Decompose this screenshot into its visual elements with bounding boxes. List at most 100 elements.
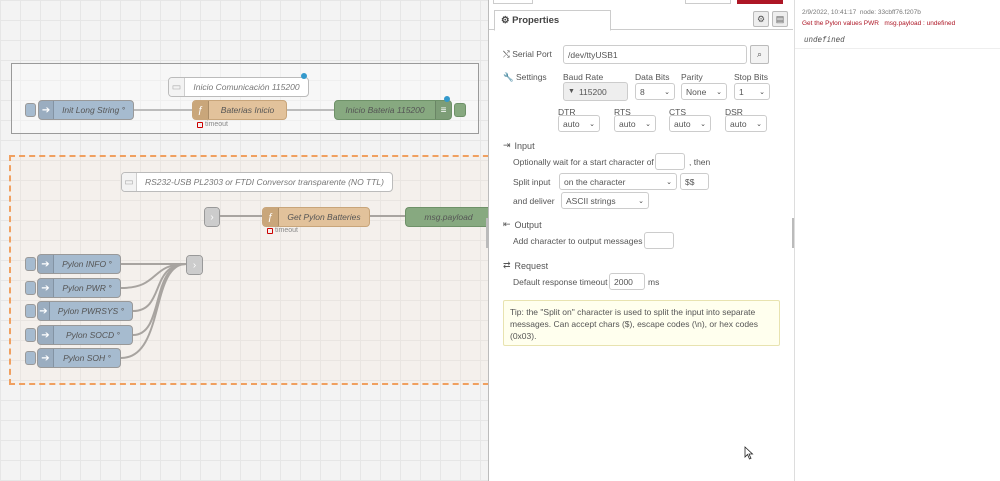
exchange-icon: ⇄ [503,260,511,270]
timeout-input[interactable]: 2000 [609,273,645,290]
chevron-down-icon: ⌄ [664,88,670,96]
inject-trigger-button[interactable] [25,304,36,318]
sign-out-icon: ⇤ [503,219,511,229]
start-char-input[interactable] [655,153,685,170]
chevron-down-icon: ⌄ [589,120,595,128]
debug-divider [795,48,1000,49]
function-node-get-pylon[interactable]: ƒ Get Pylon Batteries [262,207,370,227]
serial-port-label: ⤭ Serial Port [503,49,552,59]
debug-message-meta: 2/9/2022, 10:41:17 node: 33cbff76.f207b [802,9,921,16]
debug-label: Inicio Bateria 115200 [345,105,425,115]
description-icon[interactable]: ▤ [772,11,788,27]
request-section-title: ⇄ Request [503,260,549,271]
arrow-right-icon: ➔ [38,302,50,320]
link-out-node[interactable]: › [186,255,203,275]
cts-select[interactable]: auto ⌄ [669,115,711,132]
comment-icon: ▭ [122,173,137,191]
wrench-icon: 🔧 [503,72,514,82]
deliver-label: and deliver [513,196,555,206]
debug-message-source: Get the Pylon values PWR msg.payload : u… [802,20,956,27]
link-icon: › [187,256,202,274]
function-node-baterias[interactable]: ƒ Baterias Inicio [192,100,287,120]
inject-node-pylon[interactable]: ➔ Pylon INFO ° [37,254,121,274]
chevron-down-icon: ⌄ [645,120,651,128]
arrow-right-icon: ➔ [38,326,54,344]
inject-trigger-button[interactable] [25,351,36,365]
inject-node-pylon[interactable]: ➔ Pylon SOH ° [37,348,121,368]
timeout-unit-label: ms [648,277,660,287]
comment-node[interactable]: ▭ RS232-USB PL2303 or FTDI Conversor tra… [121,172,393,192]
sign-in-icon: ⇥ [503,140,511,150]
data-bits-label: Data Bits [635,72,670,82]
shuffle-icon: ⤭ [503,49,510,59]
debug-node-payload[interactable]: msg.payload [405,207,488,227]
function-label: Get Pylon Batteries [287,212,361,222]
arrow-right-icon: ➔ [38,349,54,367]
search-icon[interactable]: ⌕ [750,45,769,64]
debug-label: msg.payload [424,212,473,222]
inject-trigger-button[interactable] [25,257,36,271]
inject-trigger-button[interactable] [25,328,36,342]
dsr-select[interactable]: auto ⌄ [725,115,767,132]
dtr-select[interactable]: auto ⌄ [558,115,600,132]
chevron-down-icon: ⌄ [759,88,765,96]
debug-toggle-button[interactable] [454,103,466,117]
input-section-title: ⇥ Input [503,140,535,151]
inject-label: Pylon PWRSYS ° [57,306,124,316]
gear-icon: ⚙ [501,15,510,26]
tab-properties[interactable]: ⚙ Properties [494,10,611,31]
inject-label: Pylon SOH ° [63,353,111,363]
inject-label: Init Long String ° [62,105,125,115]
deliver-select[interactable]: ASCII strings ⌄ [561,192,649,209]
status-ring-icon [267,227,273,234]
parity-label: Parity [681,72,703,82]
settings-gear-icon[interactable]: ⚙ [753,11,769,27]
inject-trigger-button[interactable] [25,281,36,295]
comment-icon: ▭ [169,78,185,96]
stop-bits-select[interactable]: 1 ⌄ [734,83,770,100]
debug-node-inicio[interactable]: Inicio Bateria 115200 ≡ [334,100,452,120]
inject-trigger-button[interactable] [25,103,36,117]
caret-down-icon: ▼ [568,88,575,95]
inject-node-pylon[interactable]: ➔ Pylon SOCD ° [37,325,133,345]
link-in-node[interactable]: › [204,207,220,227]
data-bits-select[interactable]: 8 ⌄ [635,83,675,100]
baud-rate-field[interactable]: ▼ 115200 [563,82,628,101]
tray-top-button[interactable] [493,0,533,4]
debug-node-link[interactable]: node: 33cbff76.f207b [860,9,921,16]
parity-select[interactable]: None ⌄ [681,83,727,100]
debug-message-value[interactable]: undefined [804,35,845,44]
timeout-label: Default response timeout [513,277,608,287]
mouse-cursor-icon [744,446,754,460]
rts-select[interactable]: auto ⌄ [614,115,656,132]
chevron-down-icon: ⌄ [700,120,706,128]
arrow-right-icon: ➔ [38,279,54,297]
inject-label: Pylon SOCD ° [66,330,120,340]
split-input-label: Split input [513,177,551,187]
inject-node-pylon[interactable]: ➔ Pylon PWR ° [37,278,121,298]
cancel-button[interactable] [685,0,731,4]
split-mode-select[interactable]: on the character ⌄ [559,173,677,190]
comment-label: Inicio Comunicación 115200 [193,82,300,92]
inject-node-init[interactable]: ➔ Init Long String ° [38,100,134,120]
arrow-right-icon: ➔ [38,255,54,273]
settings-label: 🔧 Settings [503,72,547,82]
split-char-input[interactable]: $$ [680,173,709,190]
comment-label: RS232-USB PL2303 or FTDI Conversor trans… [144,177,384,187]
function-icon: ƒ [193,101,209,119]
link-icon: › [205,208,219,226]
inject-node-pylon[interactable]: ➔ Pylon PWRSYS ° [37,301,133,321]
chevron-down-icon: ⌄ [638,197,644,205]
serial-port-input[interactable]: /dev/ttyUSB1 [563,45,747,64]
comment-node[interactable]: ▭ Inicio Comunicación 115200 [168,77,309,97]
done-button[interactable] [737,0,783,4]
function-label: Baterias Inicio [220,105,275,115]
group-inicio[interactable] [11,63,479,134]
list-icon: ≡ [435,101,451,119]
changed-dot [444,96,450,102]
add-char-input[interactable] [644,232,674,249]
node-status: timeout [267,227,298,234]
flow-canvas[interactable]: ▭ Inicio Comunicación 115200 ➔ Init Long… [0,0,488,481]
wait-then-label: , then [689,157,711,167]
tip-box: Tip: the "Split on" character is used to… [503,300,780,346]
